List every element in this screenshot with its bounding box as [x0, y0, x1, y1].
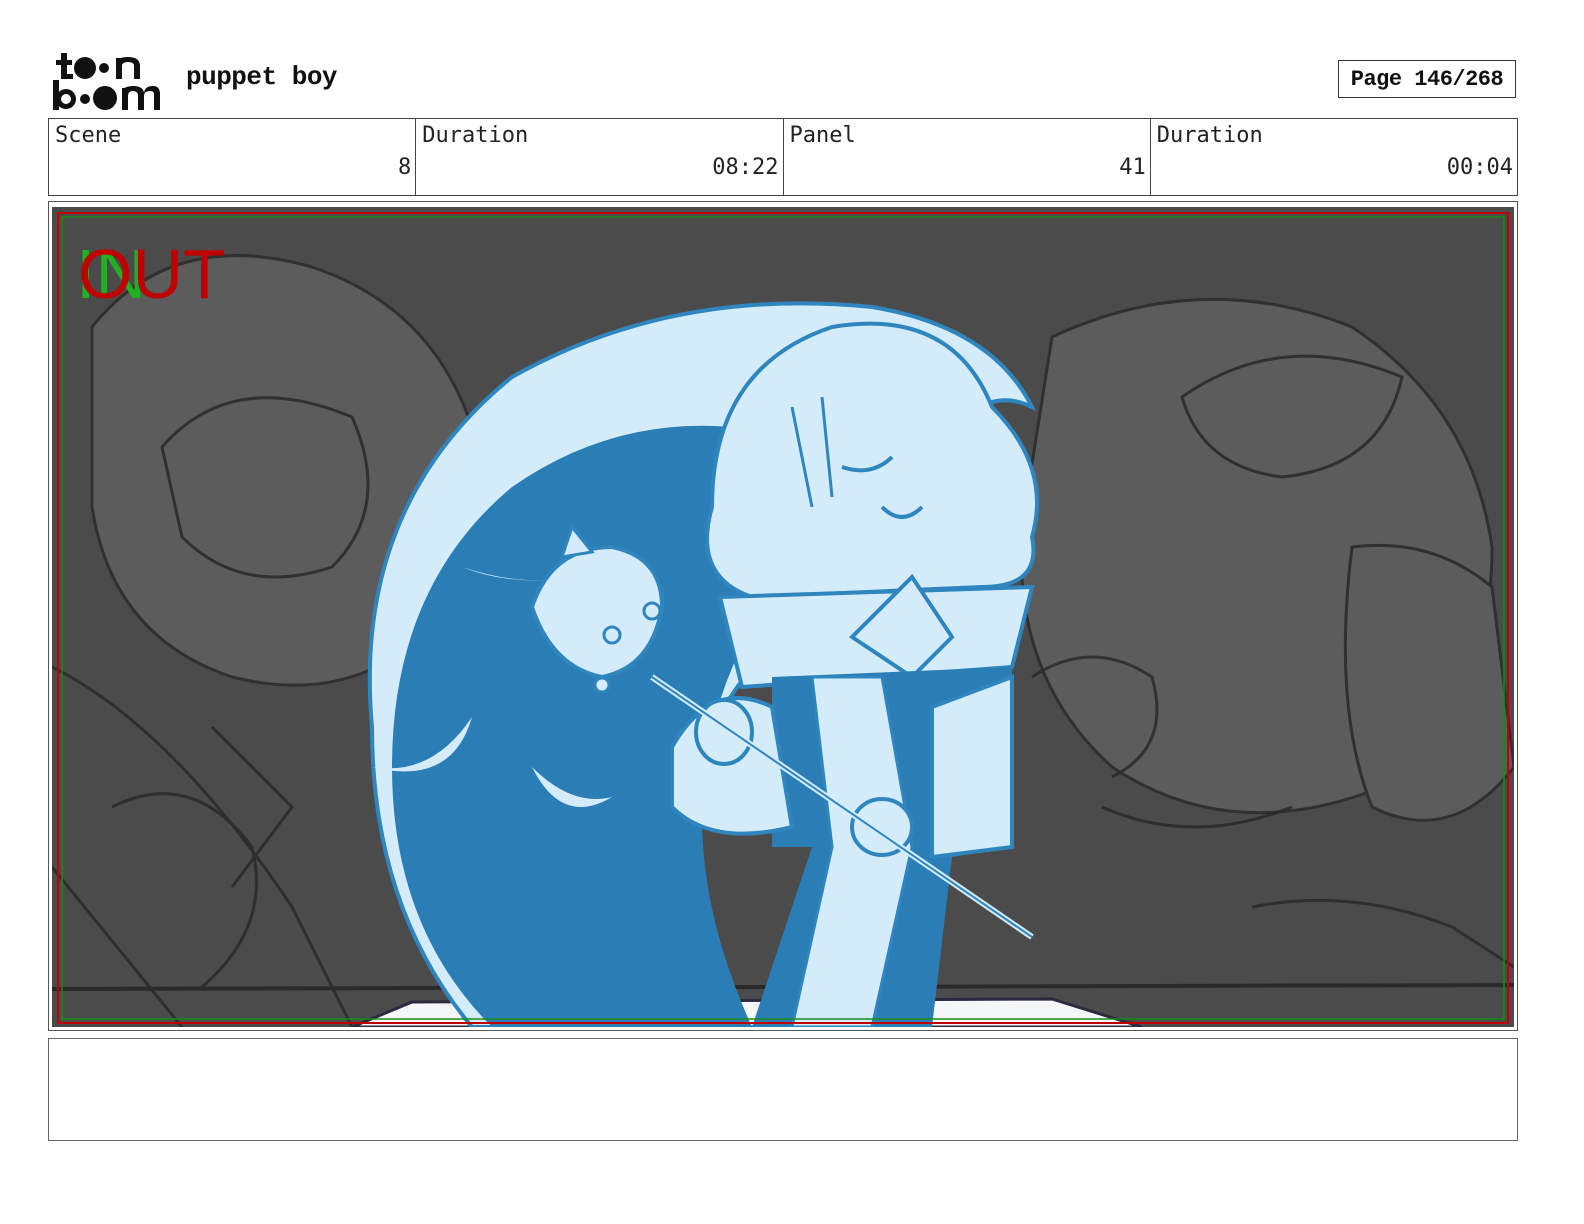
scene-value: 8 — [398, 155, 412, 180]
out-marker: OUT — [78, 235, 226, 313]
notes-text — [49, 1039, 1517, 1055]
scene-cell: Scene 8 — [49, 119, 417, 195]
scene-duration-cell: Duration 08:22 — [416, 119, 784, 195]
panel-duration-value: 00:04 — [1446, 155, 1513, 180]
scene-info-row: Scene 8 Duration 08:22 Panel 41 Duration… — [48, 118, 1518, 196]
panel-cell: Panel 41 — [784, 119, 1151, 195]
scene-label: Scene — [55, 123, 122, 148]
panel-duration-cell: Duration 00:04 — [1151, 119, 1517, 195]
notes-box[interactable] — [48, 1038, 1518, 1141]
scene-duration-value: 08:22 — [712, 155, 779, 180]
panel-label: Panel — [789, 123, 856, 148]
panel-duration-label: Duration — [1156, 123, 1263, 148]
storyboard-panel-image — [52, 207, 1514, 1027]
panel-value: 41 — [1119, 155, 1146, 180]
toon-boom-logo — [53, 53, 160, 110]
project-title: puppet boy — [186, 62, 338, 92]
in-out-markers: IN OUT — [76, 234, 246, 314]
scene-duration-label: Duration — [422, 123, 529, 148]
page-number: Page 146/268 — [1338, 60, 1516, 98]
